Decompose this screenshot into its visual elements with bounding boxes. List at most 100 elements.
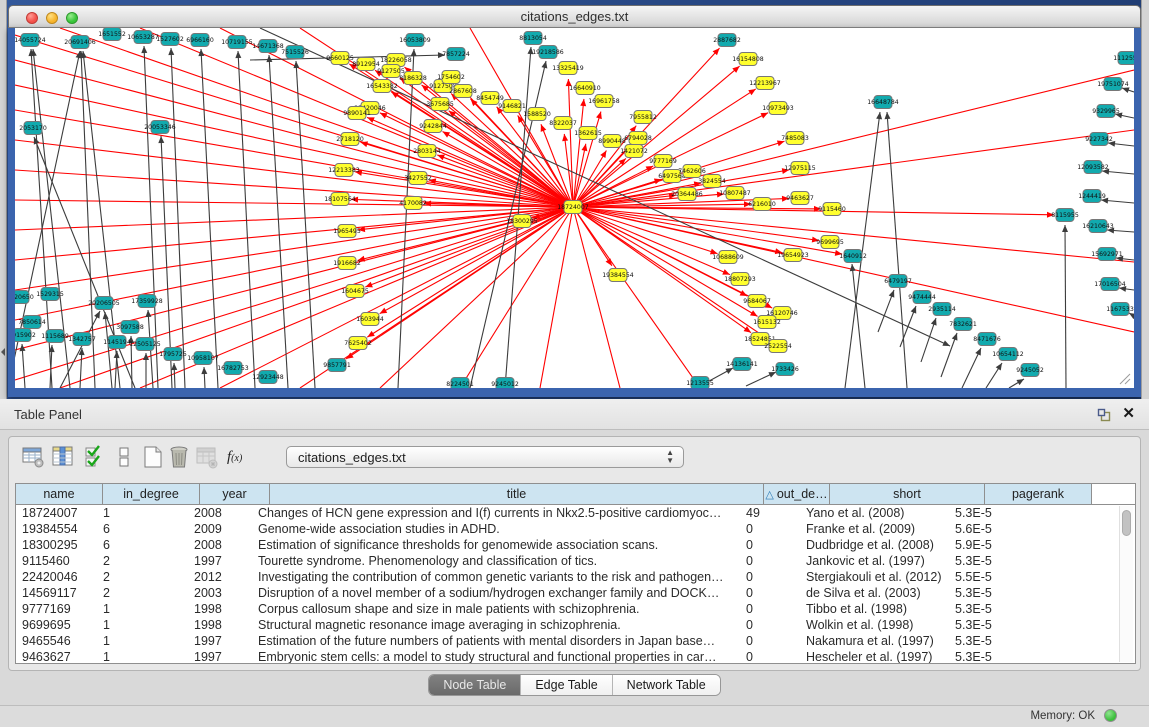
- graph-node-label: 1733426: [771, 366, 799, 373]
- table-select-dropdown[interactable]: citations_edges.txt ▲▼: [286, 446, 684, 468]
- table-cell-year: 1997: [188, 649, 252, 664]
- table-cell-year: 2003: [188, 585, 252, 601]
- table-cell-year: 2008: [188, 537, 252, 553]
- column-header-year[interactable]: year: [200, 484, 270, 505]
- table-toolbar: f(x) citations_edges.txt ▲▼: [9, 437, 1140, 479]
- graph-node-label: 14671368: [252, 43, 284, 50]
- unselect-all-icon[interactable]: [113, 444, 137, 470]
- canvas-resize-grip[interactable]: [1118, 372, 1132, 386]
- table-row[interactable]: 1456911722003Disruption of a novel membe…: [16, 585, 1135, 601]
- column-header-name[interactable]: name: [16, 484, 103, 505]
- graph-node-label: 8990448: [598, 138, 626, 145]
- graph-node-label: 20206505: [88, 300, 120, 307]
- table-cell-in_degree: 6: [97, 521, 188, 537]
- table-row[interactable]: 911546021997Tourette syndrome. Phenomeno…: [16, 553, 1135, 569]
- table-row[interactable]: 969969511998Structural magnetic resonanc…: [16, 617, 1135, 633]
- memory-status-indicator[interactable]: [1104, 709, 1117, 722]
- graph-node-label: 10958107: [187, 355, 219, 362]
- table-cell-in_degree: 1: [97, 617, 188, 633]
- table-cell-out_de: 0: [740, 617, 800, 633]
- close-panel-icon[interactable]: ✕: [1122, 406, 1135, 422]
- table-cell-name: 9465546: [16, 633, 97, 649]
- network-window-titlebar[interactable]: citations_edges.txt: [8, 5, 1141, 28]
- graph-node-label: 7625402: [344, 340, 372, 347]
- table-cell-short: Franke et al. (2009): [800, 521, 949, 537]
- tab-edge-table[interactable]: Edge Table: [521, 675, 612, 695]
- graph-node-label: 1115689: [41, 333, 69, 340]
- column-header-out_de[interactable]: △out_de…: [764, 484, 830, 505]
- float-panel-icon[interactable]: [1097, 408, 1111, 422]
- column-header-in_degree[interactable]: in_degree: [103, 484, 200, 505]
- graph-node-label: 7515526: [281, 49, 309, 56]
- tab-node-table[interactable]: Node Table: [429, 675, 521, 695]
- table-cell-out_de: 0: [740, 569, 800, 585]
- table-row[interactable]: 1938455462009Genome-wide association stu…: [16, 521, 1135, 537]
- splitter-collapse-icon[interactable]: [1, 348, 5, 356]
- table-cell-short: Hescheler et al. (1997): [800, 649, 949, 664]
- graph-node-label: 9699695: [816, 239, 844, 246]
- graph-node-label: 12923448: [252, 374, 284, 381]
- graph-node-label: 2887682: [713, 37, 741, 44]
- graph-node-label: 8471676: [973, 336, 1001, 343]
- table-cell-pagerank: 5.3E-5: [949, 633, 1050, 649]
- graph-node-label: 8115955: [1051, 212, 1079, 219]
- left-splitter-strip[interactable]: [0, 0, 7, 399]
- table-cell-year: 1997: [188, 633, 252, 649]
- select-all-icon[interactable]: [83, 444, 107, 470]
- graph-node-label: 6479197: [884, 278, 912, 285]
- graph-node-label: 3427552: [404, 175, 432, 182]
- graph-node-label: 7955812: [629, 114, 657, 121]
- table-cell-name: 9463627: [16, 649, 97, 664]
- graph-node-label: 9146821: [498, 103, 526, 110]
- graph-node-label: 8454749: [476, 95, 504, 102]
- table-cell-out_de: 0: [740, 521, 800, 537]
- table-cell-out_de: 0: [740, 633, 800, 649]
- table-tabs: Node TableEdge TableNetwork Table: [0, 674, 1149, 696]
- graph-node-label: 19384554: [602, 272, 634, 279]
- table-cell-title: Estimation of the future numbers of pati…: [252, 633, 740, 649]
- scrollbar-thumb[interactable]: [1122, 510, 1131, 536]
- new-column-icon[interactable]: [141, 444, 165, 470]
- table-cell-out_de: 0: [740, 585, 800, 601]
- table-row[interactable]: 946362711997Embryonic stem cells: a mode…: [16, 649, 1135, 664]
- show-columns-icon[interactable]: [51, 444, 75, 470]
- graph-node-label: 6216010: [748, 201, 776, 208]
- table-row[interactable]: 977716911998Corpus callosum shape and si…: [16, 601, 1135, 617]
- table-cell-name: 9115460: [16, 553, 97, 569]
- network-canvas[interactable]: 1872400718300295966012589129541822605891…: [15, 28, 1134, 388]
- table-body: 1872400712008Changes of HCN gene express…: [16, 505, 1135, 664]
- table-mode-icon[interactable]: [21, 444, 45, 470]
- graph-node-label: 1421072: [620, 148, 648, 155]
- network-desktop: citations_edges.txt 18724007183002959660…: [7, 0, 1141, 399]
- table-cell-in_degree: 2: [97, 569, 188, 585]
- table-cell-short: Tibbo et al. (1998): [800, 601, 949, 617]
- graph-node-label: 1167533: [1106, 306, 1134, 313]
- table-row[interactable]: 1872400712008Changes of HCN gene express…: [16, 505, 1135, 521]
- tab-network-table[interactable]: Network Table: [613, 675, 720, 695]
- graph-node-label: 8186328: [399, 75, 427, 82]
- table-row[interactable]: 1830029562008Estimation of significance …: [16, 537, 1135, 553]
- graph-node-label: 4170082: [399, 200, 427, 207]
- graph-node-label: 16648784: [867, 99, 899, 106]
- table-cell-short: de Silva et al. (2003): [800, 585, 949, 601]
- graph-node-label: 9329965: [1092, 108, 1120, 115]
- column-header-title[interactable]: title: [270, 484, 764, 505]
- graph-node-label: 3915902: [15, 332, 36, 339]
- table-row[interactable]: 2242004622012Investigating the contribut…: [16, 569, 1135, 585]
- graph-node-label: 3675685: [426, 101, 454, 108]
- graph-node-label: 18226058: [380, 57, 412, 64]
- graph-node-label: 1965495: [333, 228, 361, 235]
- graph-node-label: 19654923: [777, 252, 809, 259]
- table-row[interactable]: 946554611997Estimation of the future num…: [16, 633, 1135, 649]
- function-builder-icon[interactable]: f(x): [227, 444, 257, 470]
- delete-column-icon[interactable]: [167, 444, 191, 470]
- graph-node-label: 10654112: [992, 351, 1024, 358]
- column-header-pagerank[interactable]: pagerank: [985, 484, 1092, 505]
- graph-node-label: 20691406: [64, 39, 96, 46]
- table-vertical-scrollbar[interactable]: [1119, 506, 1133, 662]
- table-cell-pagerank: 5.3E-5: [949, 585, 1050, 601]
- column-header-short[interactable]: short: [830, 484, 985, 505]
- graph-node-label: 7462606: [678, 168, 706, 175]
- table-cell-title: Disruption of a novel member of a sodium…: [252, 585, 740, 601]
- graph-node-label: 1342757: [68, 336, 96, 343]
